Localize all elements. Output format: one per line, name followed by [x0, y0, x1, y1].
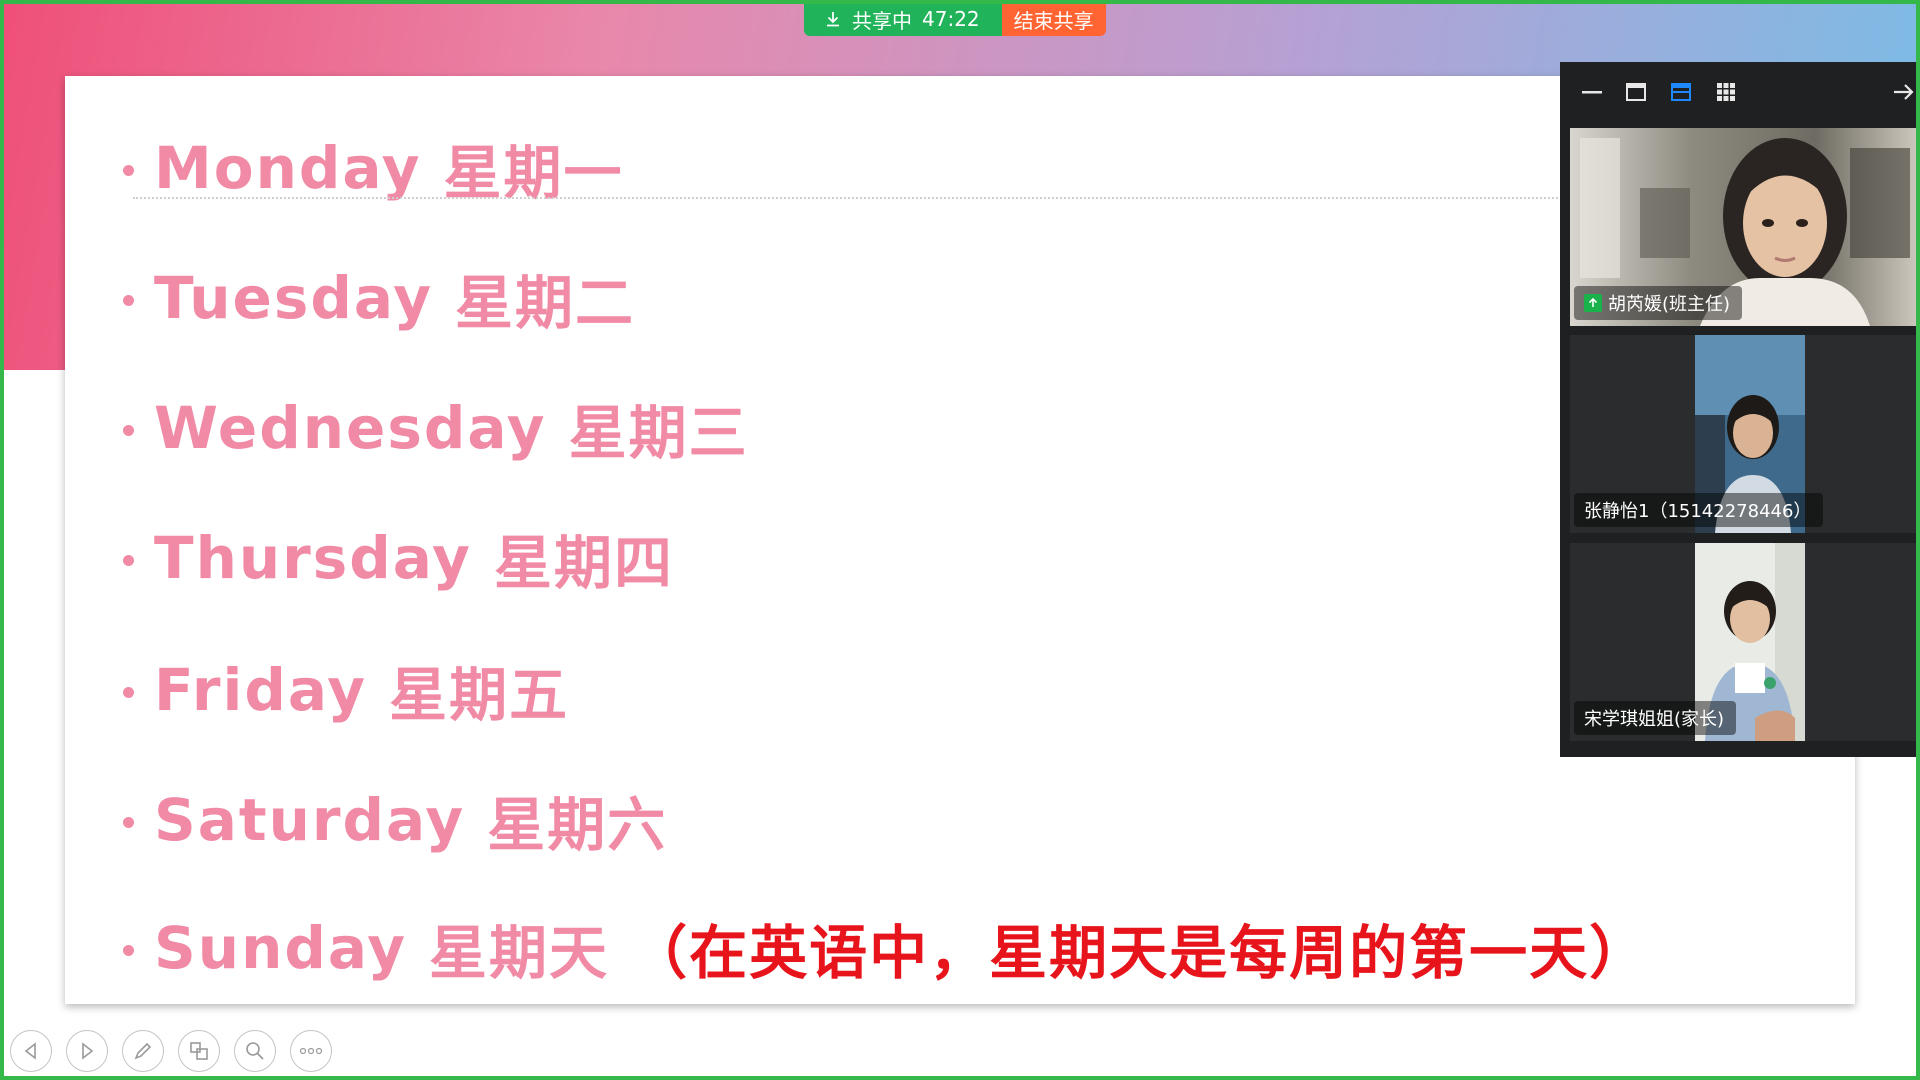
day-english: Thursday	[154, 524, 472, 592]
bullet-icon	[123, 164, 134, 176]
participant-name-label: 张静怡1（15142278446）	[1574, 493, 1824, 527]
day-item-saturday: Saturday 星期六	[123, 778, 667, 862]
presentation-toolbar	[10, 1030, 332, 1074]
participant-tile[interactable]: 胡芮媛(班主任)	[1570, 128, 1920, 326]
day-english: Saturday	[154, 786, 466, 854]
bullet-icon	[123, 816, 134, 828]
bullet-icon	[123, 686, 134, 698]
download-icon	[827, 12, 839, 27]
screen-share-bar: 共享中 47:22 结束共享	[804, 2, 1106, 36]
day-english: Monday	[154, 134, 422, 202]
participant-name: 张静怡1（15142278446）	[1584, 501, 1812, 522]
day-chinese: 星期四	[493, 529, 674, 597]
window-icon[interactable]	[1624, 80, 1648, 104]
share-status-label: 共享中	[852, 8, 912, 33]
video-panel-toolbar	[1560, 62, 1920, 122]
day-item-sunday: Sunday 星期天 （在英语中，星期天是每周的第一天）	[123, 906, 1649, 990]
day-item-thursday: Thursday 星期四	[123, 516, 674, 600]
bullet-icon	[123, 294, 134, 306]
share-timer: 47:22	[922, 7, 980, 31]
day-english: Wednesday	[154, 394, 547, 462]
sunday-note: （在英语中，星期天是每周的第一天）	[629, 919, 1650, 987]
bullet-icon	[123, 554, 134, 566]
day-chinese: 星期三	[568, 399, 749, 467]
participant-name: 宋学琪姐姐(家长)	[1584, 709, 1725, 730]
bullet-icon	[123, 424, 134, 436]
day-chinese: 星期六	[487, 791, 668, 859]
day-item-wednesday: Wednesday 星期三	[123, 386, 749, 470]
participant-tile[interactable]: 张静怡1（15142278446）	[1570, 335, 1920, 533]
day-english: Tuesday	[154, 264, 434, 332]
previous-icon[interactable]	[10, 1030, 52, 1072]
bullet-icon	[123, 944, 134, 956]
end-share-button[interactable]: 结束共享	[1001, 2, 1106, 36]
minimize-icon[interactable]	[1580, 80, 1604, 104]
collapse-arrow-icon[interactable]	[1892, 80, 1916, 104]
more-icon[interactable]	[290, 1030, 332, 1072]
day-chinese: 星期天	[429, 919, 610, 987]
participant-name: 胡芮媛(班主任)	[1608, 294, 1731, 315]
dotted-divider	[133, 197, 1633, 199]
share-status[interactable]: 共享中 47:22	[804, 2, 1002, 36]
participant-tile[interactable]: 宋学琪姐姐(家长)	[1570, 543, 1920, 741]
pen-icon[interactable]	[122, 1030, 164, 1072]
next-icon[interactable]	[66, 1030, 108, 1072]
participant-name-label: 胡芮媛(班主任)	[1574, 286, 1743, 320]
host-upload-icon	[1584, 294, 1602, 312]
day-chinese: 星期五	[389, 661, 570, 729]
day-item-tuesday: Tuesday 星期二	[123, 256, 635, 340]
pages-icon[interactable]	[178, 1030, 220, 1072]
zoom-icon[interactable]	[234, 1030, 276, 1072]
speaker-view-icon[interactable]	[1669, 80, 1693, 104]
video-panel: 胡芮媛(班主任) 张静怡1（15142278446） 宋学琪姐姐(家长)	[1560, 62, 1920, 757]
participant-name-label: 宋学琪姐姐(家长)	[1574, 701, 1737, 735]
day-chinese: 星期二	[455, 269, 636, 337]
grid-view-icon[interactable]	[1714, 80, 1738, 104]
day-item-friday: Friday 星期五	[123, 648, 569, 732]
day-english: Friday	[154, 656, 368, 724]
day-english: Sunday	[154, 914, 408, 982]
